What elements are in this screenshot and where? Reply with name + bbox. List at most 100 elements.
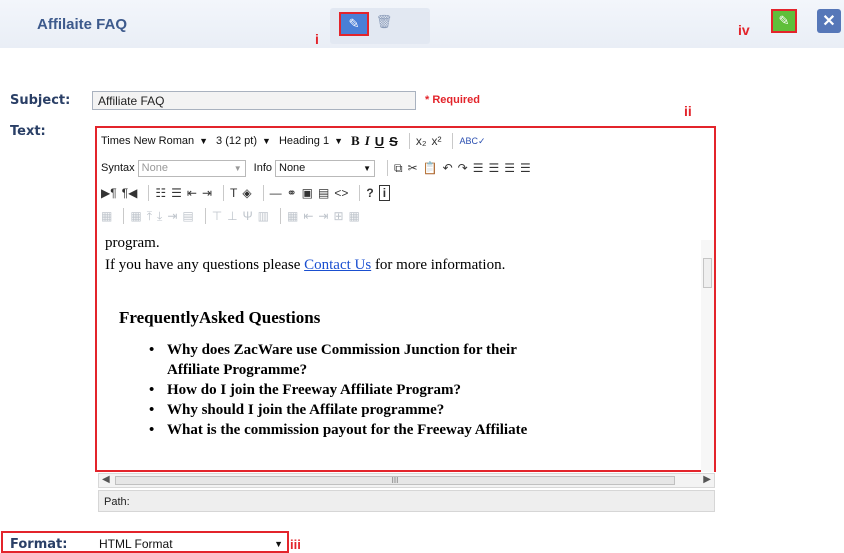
separator [123,208,125,224]
close-icon: ✕ [822,13,836,30]
separator [359,185,361,201]
table-properties-icon[interactable]: ▦ [101,209,112,223]
align-left-icon[interactable]: ☰ [473,161,484,175]
chevron-down-icon: ▼ [334,136,344,146]
row-properties-icon[interactable]: ▦ [130,209,141,223]
superscript-icon[interactable]: x² [431,134,441,148]
subject-input[interactable] [92,91,416,110]
subject-label: Subject: [10,93,71,108]
separator [223,185,225,201]
grid-icon[interactable]: ⊞ [333,209,343,223]
horizontal-scrollbar[interactable]: ◀ III ▶ [98,473,715,488]
chevron-down-icon: ▼ [262,136,271,146]
ordered-list-icon[interactable]: ☷ [155,186,166,200]
font-size-value: 3 (12 pt) [216,135,258,147]
info-value: None [279,162,306,174]
info-select[interactable]: None ▼ [275,159,375,177]
insert-column-after-icon[interactable]: ⇤ [303,209,313,223]
vertical-scrollbar[interactable] [701,240,714,472]
scroll-thumb[interactable]: III [115,476,675,485]
separator [387,160,388,176]
annotation-marker-ii: ii [684,103,692,119]
visual-aid-icon[interactable]: ▦ [349,209,360,223]
scroll-thumb[interactable] [703,258,712,288]
separator [408,133,410,149]
chevron-down-icon: ▼ [274,539,283,549]
image-icon[interactable]: ▣ [302,186,313,200]
contact-us-link[interactable]: Contact Us [304,257,371,273]
redo-icon[interactable]: ↷ [458,161,468,175]
syntax-select[interactable]: None ▼ [137,159,246,177]
format-value: HTML Format [99,537,173,551]
rich-text-editor: Times New Roman ▼ 3 (12 pt) ▼ Heading 1 ▼ B… [95,126,716,472]
delete-button[interactable]: 🗑 [376,12,393,32]
list-item-continuation: Affiliate Programme? [167,362,308,378]
separator [262,185,264,201]
outdent-icon[interactable]: ⇤ [187,186,197,200]
edit-button[interactable]: ✎ [339,12,369,36]
scroll-right-icon[interactable]: ▶ [703,474,711,485]
delete-column-icon[interactable]: ⇥ [318,209,328,223]
split-cell-icon[interactable]: ⊤ [212,209,222,223]
merge-cells-icon[interactable]: ⊥ [227,209,237,223]
pencil-edit-icon: ✎ [778,13,790,28]
italic-button[interactable]: I [365,133,370,149]
path-label: Path: [104,496,130,508]
cut-icon[interactable]: ✂ [408,161,418,175]
info-icon[interactable]: i [378,185,391,201]
align-center-icon[interactable]: ☰ [488,161,499,175]
column-icon[interactable]: Ψ [243,209,253,223]
annotation-marker-i: i [315,31,319,47]
heading-select[interactable]: Heading 1 ▼ [279,135,343,147]
editor-content[interactable]: program. If you have any questions pleas… [99,240,699,472]
format-select[interactable]: HTML Format ▼ [95,536,287,552]
align-justify-icon[interactable]: ☰ [520,161,531,175]
delete-row-icon[interactable]: ⇥ [167,209,177,223]
font-family-select[interactable]: Times New Roman ▼ [101,135,208,147]
text-color-icon[interactable]: T [230,186,237,200]
separator [452,133,454,149]
annotation-marker-iii: iii [290,537,301,552]
content-text: for more information. [371,257,506,273]
separator [204,208,206,224]
edit-mode-button[interactable]: ✎ [771,9,797,33]
align-right-icon[interactable]: ☰ [504,161,515,175]
subscript-icon[interactable]: x₂ [416,134,427,148]
background-color-icon[interactable]: ◈ [242,186,251,200]
copy-icon[interactable]: ⧉ [394,161,403,176]
required-note: * Required [425,94,481,106]
bold-button[interactable]: B [351,133,360,149]
font-size-select[interactable]: 3 (12 pt) ▼ [216,135,271,147]
horizontal-rule-icon[interactable]: — [270,186,282,200]
bullet-list-icon[interactable]: ☰ [171,186,182,200]
faq-list: Why does ZacWare use Commission Junction… [149,340,527,440]
spellcheck-icon[interactable]: ABC✓ [459,136,485,147]
list-item: Why should I join the Affilate programme… [149,400,527,420]
paste-icon[interactable]: 📋 [423,161,438,175]
cell-properties-icon[interactable]: ▤ [182,209,193,223]
chevron-down-icon: ▼ [199,136,209,146]
insert-row-before-icon[interactable]: ⤒ [147,209,152,224]
insert-column-before-icon[interactable]: ▦ [287,209,298,223]
content-line: If you have any questions please Contact… [105,257,505,274]
help-icon[interactable]: ? [366,186,373,200]
column-properties-icon[interactable]: ▥ [258,209,269,223]
scroll-left-icon[interactable]: ◀ [102,474,110,485]
heading-value: Heading 1 [278,135,330,147]
underline-button[interactable]: U [375,134,384,149]
format-label: Format: [10,537,68,552]
undo-icon[interactable]: ↶ [443,161,453,175]
table-icon[interactable]: ▤ [318,186,329,200]
source-code-icon[interactable]: <> [334,186,348,200]
link-icon[interactable]: ⚭ [287,186,297,200]
editor-toolbar: Times New Roman ▼ 3 (12 pt) ▼ Heading 1 ▼ B… [97,128,714,238]
pencil-edit-icon: ✎ [348,16,360,31]
strikethrough-button[interactable]: S [389,134,398,149]
syntax-value: None [141,162,168,174]
close-button[interactable]: ✕ [817,9,841,33]
indent-icon[interactable]: ⇥ [202,186,212,200]
ltr-icon[interactable]: ▶¶ [101,186,117,200]
insert-row-after-icon[interactable]: ⤓ [157,209,162,224]
rtl-icon[interactable]: ¶◀ [122,186,138,200]
separator [148,185,150,201]
